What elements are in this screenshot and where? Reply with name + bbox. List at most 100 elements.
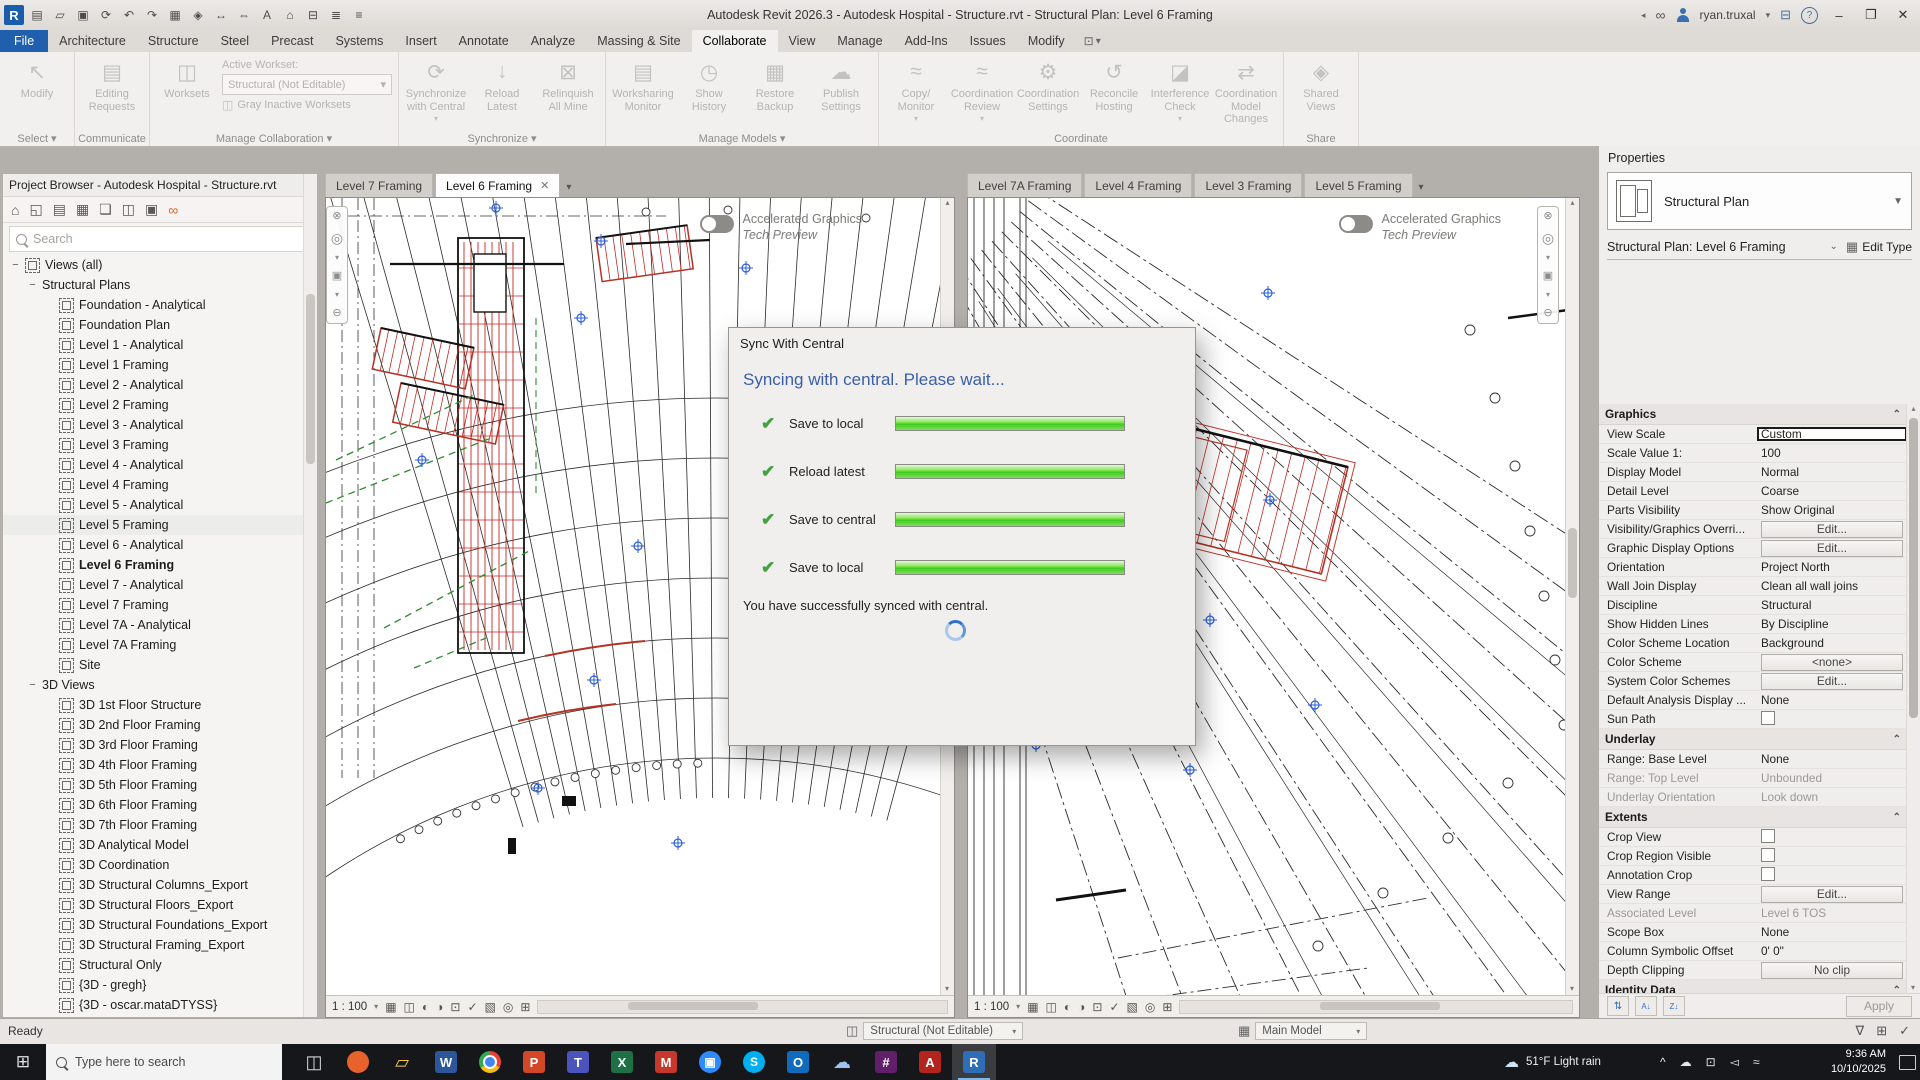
section-header-graphics[interactable]: Graphics⌃ — [1599, 404, 1907, 425]
tree-item-level-3-framing[interactable]: Level 3 Framing — [3, 435, 317, 455]
copy-monitor-button[interactable]: ≈Copy/ Monitor▾ — [885, 55, 947, 123]
taskbar-icon-word[interactable]: W — [424, 1044, 468, 1080]
active-workset-select[interactable]: Structural (Not Editable)▾ — [222, 74, 392, 95]
tree-item-foundation-plan[interactable]: Foundation Plan — [3, 315, 317, 335]
taskbar-icon-excel[interactable]: X — [600, 1044, 644, 1080]
restore-backup-button[interactable]: ▦Restore Backup — [744, 55, 806, 113]
panel-label-synchronize[interactable]: Synchronize ▾ — [399, 132, 605, 145]
vertical-scrollbar[interactable]: ▴▾ — [1565, 198, 1579, 995]
tree-item-level-4-framing[interactable]: Level 4 Framing — [3, 475, 317, 495]
design-option-select[interactable]: Main Model▾ — [1255, 1022, 1367, 1040]
user-menu-chevron-icon[interactable]: ▾ — [1766, 10, 1771, 21]
views-icon[interactable]: ◱ — [29, 201, 42, 218]
tree-item-site[interactable]: Site — [3, 655, 317, 675]
tree-item-level-5-framing[interactable]: Level 5 Framing — [3, 515, 317, 535]
accelerated-graphics-toggle[interactable]: Accelerated GraphicsTech Preview — [700, 212, 862, 243]
tree-item-3d-structural-framing-export[interactable]: 3D Structural Framing_Export — [3, 935, 317, 955]
tree-item-views-all-[interactable]: −Views (all) — [3, 255, 317, 275]
taskbar-icon-skype[interactable]: S — [732, 1044, 776, 1080]
panel-label-manage-models[interactable]: Manage Models ▾ — [606, 132, 878, 145]
view-tab-level-6-framing[interactable]: Level 6 Framing✕ — [435, 173, 560, 197]
cart-icon[interactable]: ⊟ — [1780, 7, 1791, 23]
taskbar-icon-onedrive[interactable]: ☁ — [820, 1044, 864, 1080]
sort-za-icon[interactable]: Z↓ — [1663, 996, 1685, 1016]
toggle-switch[interactable] — [1339, 215, 1373, 233]
measure-icon[interactable]: ↔ — [211, 5, 231, 25]
property-value[interactable]: <none> — [1757, 653, 1907, 672]
ribbon-tab-architecture[interactable]: Architecture — [48, 30, 137, 52]
ribbon-tab-systems[interactable]: Systems — [324, 30, 394, 52]
ribbon-tab-add-ins[interactable]: Add-Ins — [894, 30, 959, 52]
view-control-icon-7[interactable]: ◎ — [1145, 1001, 1155, 1013]
section-header-extents[interactable]: Extents⌃ — [1599, 807, 1907, 828]
view-control-icon-5[interactable]: ✓ — [467, 1001, 477, 1013]
navigation-bar[interactable]: ⊗ ◎ ▾ ▣ ▾ ⊖ — [326, 206, 348, 324]
section-header-identity-data[interactable]: Identity Data⌃ — [1599, 980, 1907, 994]
tree-item-level-1-analytical[interactable]: Level 1 - Analytical — [3, 335, 317, 355]
taskbar-clock[interactable]: 9:36 AM 10/10/2025 — [1802, 1047, 1886, 1077]
ribbon-tab-annotate[interactable]: Annotate — [448, 30, 520, 52]
apply-button[interactable]: Apply — [1846, 996, 1912, 1017]
panel-schedules-icon[interactable]: ❏ — [99, 201, 112, 218]
shared-views-button[interactable]: ◈Shared Views — [1290, 55, 1352, 113]
collapse-section-icon[interactable]: ⌃ — [1893, 734, 1901, 745]
groups-icon[interactable]: ▣ — [145, 201, 158, 218]
minimize-button[interactable]: – — [1828, 8, 1850, 23]
chevron-down-icon[interactable]: ▾ — [335, 291, 339, 299]
taskbar-icon-outlook[interactable]: O — [776, 1044, 820, 1080]
modify-panel-dropdown[interactable]: ⊡▾ — [1076, 30, 1109, 52]
view-control-icon-8[interactable]: ⊞ — [1162, 1001, 1172, 1013]
tree-item-structural-plans[interactable]: −Structural Plans — [3, 275, 317, 295]
type-selector[interactable]: Structural Plan ▼ — [1607, 172, 1912, 230]
chevron-down-icon[interactable]: ▾ — [335, 254, 339, 262]
ribbon-tab-file[interactable]: File — [0, 30, 48, 52]
view-control-icon-1[interactable]: ◫ — [1046, 1001, 1057, 1013]
collapse-navbar-icon[interactable]: ⊖ — [1543, 308, 1552, 319]
view-control-icon-4[interactable]: ⊡ — [1092, 1001, 1102, 1013]
sort-default-icon[interactable]: ⇅ — [1607, 996, 1629, 1016]
view-control-icon-0[interactable]: ▦ — [385, 1001, 396, 1013]
status-icon-0[interactable]: ∇ — [1855, 1023, 1864, 1039]
text-icon[interactable]: A — [257, 5, 277, 25]
property-checkbox[interactable] — [1761, 711, 1775, 725]
tree-item-3d-analytical-model[interactable]: 3D Analytical Model — [3, 835, 317, 855]
instance-selector[interactable]: Structural Plan: Level 6 Framing — [1607, 240, 1830, 254]
hidden-icons-icon[interactable]: ^ — [1660, 1055, 1666, 1069]
property-value[interactable] — [1757, 711, 1907, 728]
aligned-dimension-icon[interactable]: ⇔ — [234, 5, 254, 25]
worksharing-monitor-button[interactable]: ▤Worksharing Monitor — [612, 55, 674, 113]
property-value[interactable]: Normal — [1757, 465, 1907, 479]
steering-wheel-icon[interactable]: ◎ — [331, 231, 343, 245]
expander-icon[interactable]: − — [28, 679, 37, 691]
zoom-region-icon[interactable]: ▣ — [332, 271, 342, 282]
view-control-icon-6[interactable]: ▧ — [485, 1001, 496, 1013]
view-control-icon-8[interactable]: ⊞ — [520, 1001, 530, 1013]
tree-item-foundation-analytical[interactable]: Foundation - Analytical — [3, 295, 317, 315]
print-icon[interactable]: ▦ — [165, 5, 185, 25]
close-navbar-icon[interactable]: ⊗ — [1543, 211, 1552, 222]
chevron-down-icon[interactable]: ▼ — [1893, 196, 1903, 207]
view-tab-level-4-framing[interactable]: Level 4 Framing — [1084, 173, 1192, 197]
edit-type-button[interactable]: ▦Edit Type — [1846, 239, 1912, 255]
legends-icon[interactable]: ◫ — [122, 201, 135, 218]
property-value[interactable]: No clip — [1757, 961, 1907, 980]
tree-item-3d-6th-floor-framing[interactable]: 3D 6th Floor Framing — [3, 795, 317, 815]
close-button[interactable]: ✕ — [1892, 7, 1914, 23]
view-control-icon-4[interactable]: ⊡ — [450, 1001, 460, 1013]
taskbar-icon-file-explorer[interactable]: ▱ — [380, 1044, 424, 1080]
tree-item-level-7-framing[interactable]: Level 7 Framing — [3, 595, 317, 615]
section-header-underlay[interactable]: Underlay⌃ — [1599, 729, 1907, 750]
modify-cursor-button[interactable]: ↖Modify — [6, 55, 68, 101]
property-checkbox[interactable] — [1761, 848, 1775, 862]
tree-item-level-3-analytical[interactable]: Level 3 - Analytical — [3, 415, 317, 435]
tree-item-level-4-analytical[interactable]: Level 4 - Analytical — [3, 455, 317, 475]
view-control-icon-6[interactable]: ▧ — [1127, 1001, 1138, 1013]
property-value[interactable]: By Discipline — [1757, 617, 1907, 631]
network-icon[interactable]: ≈ — [1753, 1055, 1760, 1069]
tree-item-level-5-analytical[interactable]: Level 5 - Analytical — [3, 495, 317, 515]
taskbar-icon-chrome[interactable] — [468, 1044, 512, 1080]
property-edit-button[interactable]: Edit... — [1761, 886, 1903, 903]
property-value[interactable]: Look down — [1757, 790, 1907, 804]
undo-icon[interactable]: ↶ — [119, 5, 139, 25]
tab-list-chevron-icon[interactable]: ▾ — [566, 182, 571, 197]
